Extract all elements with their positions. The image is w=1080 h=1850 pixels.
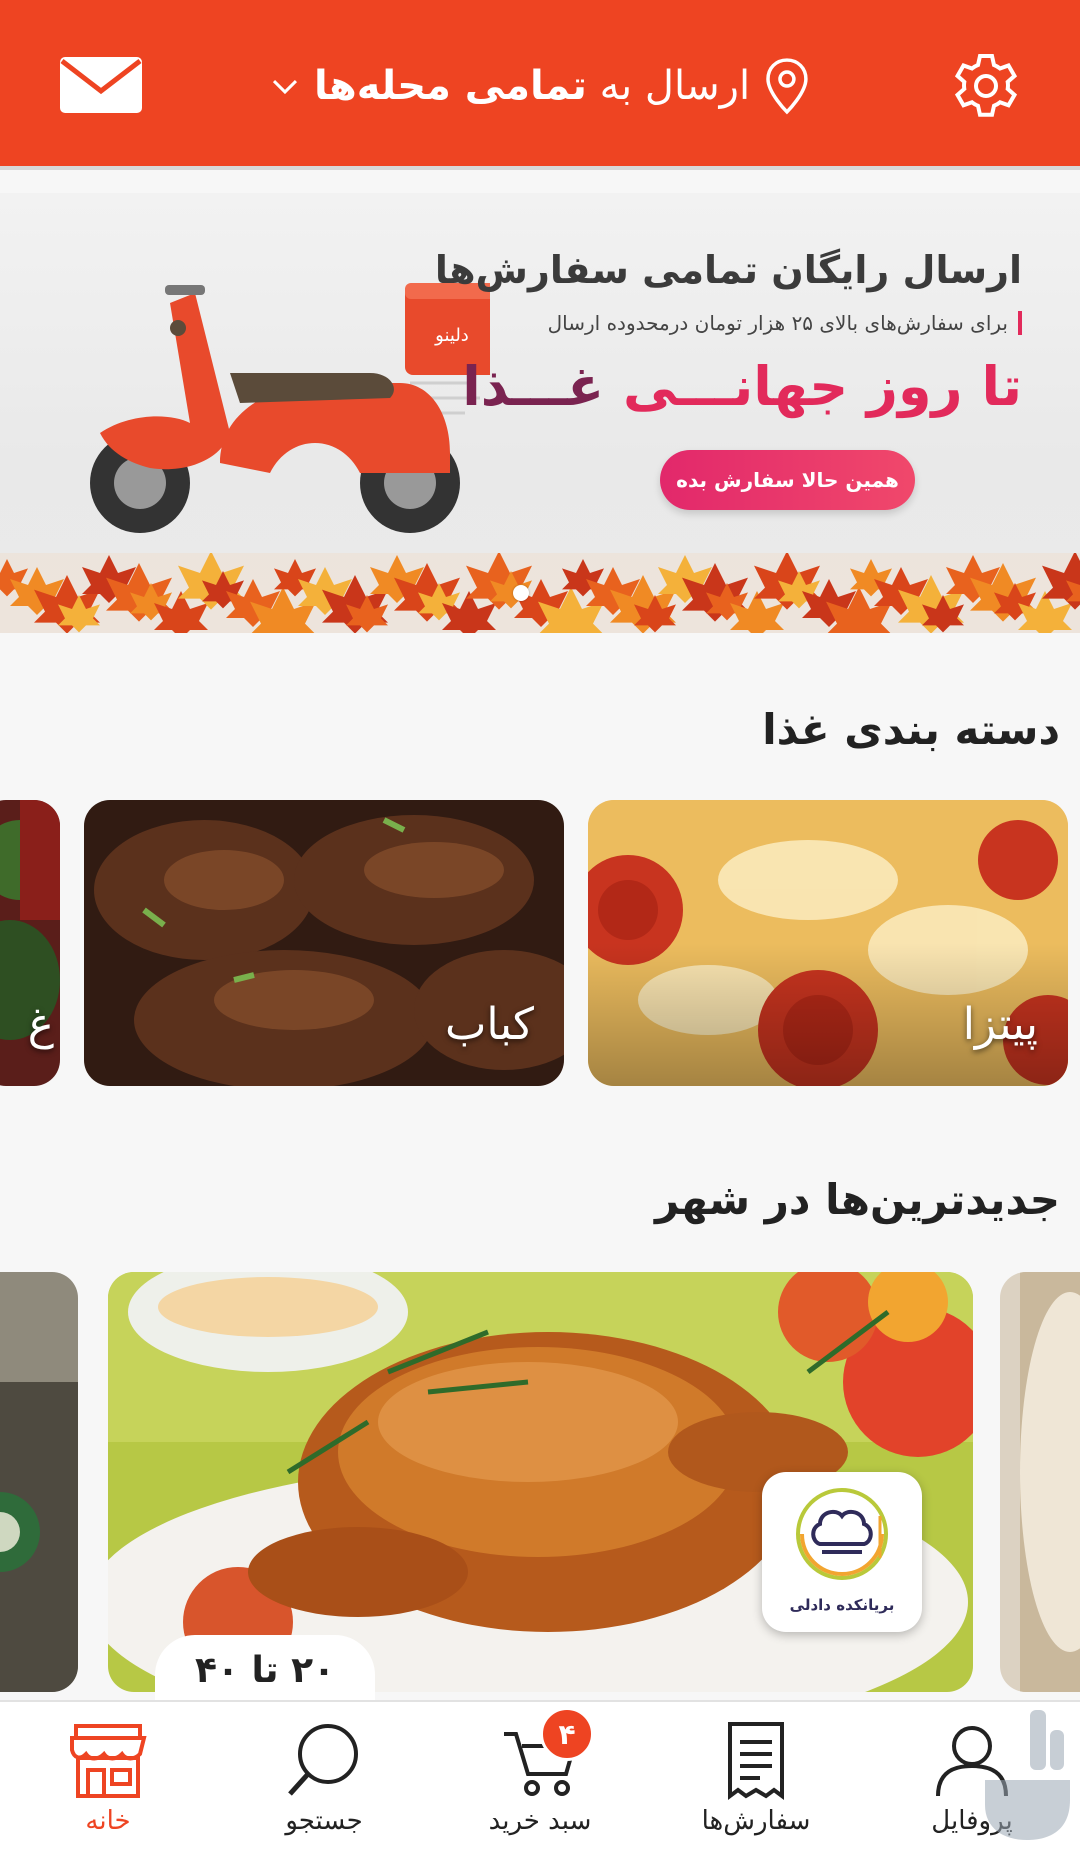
banner-headline: تا روز جهانـــی غـــذا [462, 355, 1022, 418]
search-icon [288, 1724, 358, 1796]
cart-count-badge: ۴ [540, 1707, 594, 1761]
nav-label: سبد خرید [488, 1806, 592, 1836]
banner-title: ارسال رایگان تمامی سفارش‌ها [434, 248, 1022, 292]
nav-item-cart[interactable]: سبد خرید [432, 1702, 648, 1850]
category-label: پیتزا [962, 999, 1038, 1050]
restaurant-image-right [1000, 1272, 1080, 1692]
category-label: غ [27, 999, 54, 1050]
category-card-pizza[interactable]: پیتزا [588, 800, 1068, 1086]
categories-section-title: دسته بندی غذا [762, 705, 1060, 754]
store-icon [70, 1724, 147, 1798]
location-pin-icon [766, 58, 808, 115]
newest-section-title: جدیدترین‌ها در شهر [654, 1175, 1060, 1224]
receipt-icon [728, 1722, 784, 1800]
restaurant-image-left [0, 1272, 78, 1692]
nav-label: سفارش‌ها [701, 1806, 811, 1836]
category-card-partial[interactable]: غ [0, 800, 60, 1086]
banner-headline-b: غـــذا [462, 355, 605, 418]
chef-hat-logo-icon [796, 1488, 888, 1580]
chevron-down-icon [272, 79, 298, 95]
carousel-indicator-dot[interactable] [513, 585, 529, 601]
nav-item-home[interactable]: خانه [0, 1702, 216, 1850]
restaurant-name: بریانکده دادلی [789, 1596, 895, 1614]
bottom-navigation: پروفایل سفارش‌ها سبد خرید جستجو [0, 1700, 1080, 1850]
nav-item-orders[interactable]: سفارش‌ها [648, 1702, 864, 1850]
autumn-leaves-decoration [0, 553, 1080, 633]
restaurant-card-partial-right[interactable] [1000, 1272, 1080, 1692]
settings-gear-icon[interactable] [950, 50, 1022, 122]
nav-label: خانه [85, 1806, 131, 1836]
location-selector[interactable]: ارسال به تمامی محله‌ها [270, 50, 810, 122]
order-now-button[interactable]: همین حالا سفارش بده [660, 450, 915, 510]
location-label: ارسال به تمامی محله‌ها [314, 63, 750, 109]
location-prefix: ارسال به [599, 63, 751, 109]
location-value: تمامی محله‌ها [313, 63, 587, 109]
banner-headline-a: تا روز جهانـــی [622, 355, 1022, 418]
banner-subtitle: برای سفارش‌های بالای ۲۵ هزار تومان درمحد… [548, 311, 1022, 335]
category-label: کباب [444, 999, 534, 1050]
nav-item-search[interactable]: جستجو [216, 1702, 432, 1850]
restaurant-logo-badge[interactable]: بریانکده دادلی [762, 1472, 922, 1632]
nav-label: جستجو [285, 1806, 363, 1836]
delivery-time: ۲۰ تا ۴۰ [155, 1635, 375, 1705]
app-header: ارسال به تمامی محله‌ها [0, 0, 1080, 170]
category-card-kebab[interactable]: کباب [84, 800, 564, 1086]
scooter-illustration: دلینو [90, 283, 490, 533]
restaurant-card-partial-left[interactable] [0, 1272, 78, 1692]
promo-banner[interactable]: دلینو ارسال رایگان تمامی سفارش‌ها برای س… [0, 193, 1080, 633]
store-watermark-logo [985, 1710, 1070, 1840]
box-logo-text: دلینو [434, 325, 469, 346]
mail-icon[interactable] [58, 55, 144, 115]
